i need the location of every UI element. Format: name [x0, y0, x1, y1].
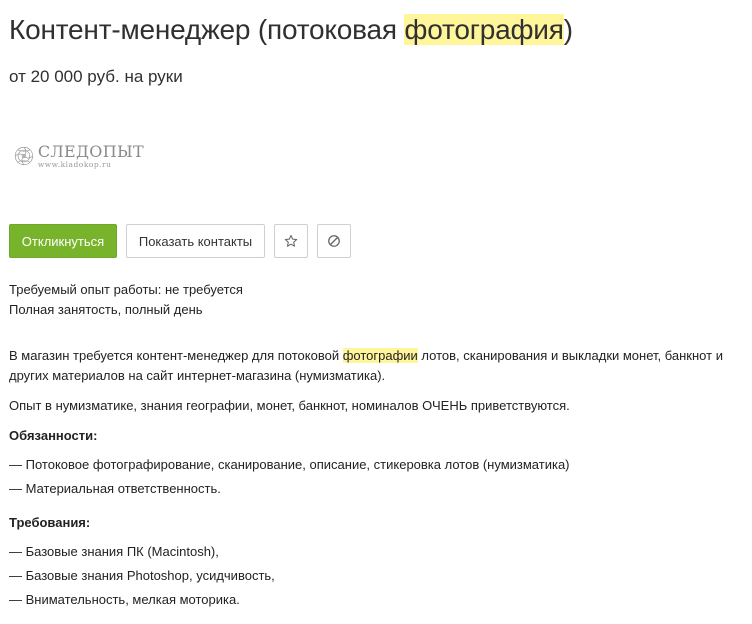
action-bar: Откликнуться Показать контакты	[9, 224, 351, 258]
list-item: — Материальная ответственность.	[9, 481, 221, 496]
list-item: — Внимательность, мелкая моторика.	[9, 592, 240, 607]
experience-requirement: Требуемый опыт работы: не требуется	[9, 282, 243, 297]
experience-note: Опыт в нумизматике, знания географии, мо…	[9, 398, 570, 413]
title-text-end: )	[563, 14, 573, 45]
requirements-heading: Требования:	[9, 515, 91, 530]
favorite-button[interactable]	[274, 224, 308, 258]
requirements-list: — Базовые знания ПК (Macintosh), — Базов…	[9, 542, 739, 610]
duties-heading: Обязанности:	[9, 428, 98, 443]
respond-button[interactable]: Откликнуться	[9, 224, 117, 258]
title-highlight: фотография	[404, 14, 564, 45]
duties-list: — Потоковое фотографирование, сканирован…	[9, 455, 739, 499]
salary: от 20 000 руб. на руки	[9, 67, 183, 86]
intro-text-start: В магазин требуется контент-менеджер для…	[9, 348, 343, 363]
show-contacts-button[interactable]: Показать контакты	[126, 224, 265, 258]
vacancy-title: Контент-менеджер (потоковая фотография)	[9, 14, 573, 46]
company-logo[interactable]: СЛЕДОПЫТ www.kladokop.ru	[14, 136, 144, 176]
title-text-start: Контент-менеджер (потоковая	[9, 14, 405, 45]
logo-url: www.kladokop.ru	[37, 160, 112, 169]
list-item: — Потоковое фотографирование, сканирован…	[9, 457, 570, 472]
description-intro: В магазин требуется контент-менеджер для…	[9, 346, 739, 386]
vacancy-body: Требуемый опыт работы: не требуется Полн…	[9, 280, 739, 624]
intro-highlight: фотографии	[342, 348, 418, 363]
list-item: — Базовые знания ПК (Macintosh),	[9, 544, 219, 559]
block-icon	[328, 235, 340, 247]
star-icon	[284, 234, 298, 247]
logo-name: СЛЕДОПЫТ	[37, 142, 144, 161]
logo-emblem-icon	[14, 146, 34, 166]
employment-type: Полная занятость, полный день	[9, 302, 203, 317]
hide-vacancy-button[interactable]	[317, 224, 351, 258]
list-item: — Базовые знания Photoshop, усидчивость,	[9, 568, 275, 583]
